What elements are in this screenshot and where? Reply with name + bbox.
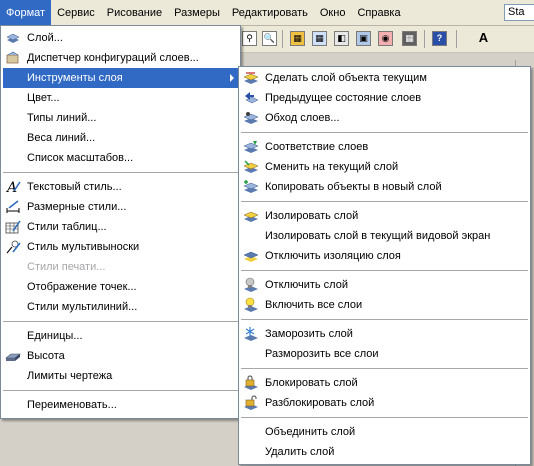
menu-draw[interactable]: Рисование [101,0,168,25]
multileader-style-icon [5,239,21,255]
layer-unisolate-icon [243,248,259,264]
menu-item-drawing-limits[interactable]: Лимиты чертежа [3,366,238,386]
menu-item-layer-merge[interactable]: Объединить слой [241,422,528,442]
layer-match-icon [243,139,259,155]
tool-palettes-icon[interactable]: ◧ [334,31,349,46]
layer-states-icon [5,50,21,66]
menu-item-thickness[interactable]: Высота [3,346,238,366]
zoom-previous-icon[interactable]: 🔍 [262,31,277,46]
markup-icon[interactable]: ◉ [378,31,393,46]
text-style-combo[interactable]: Sta [504,4,534,21]
thickness-icon [5,348,21,364]
menu-separator [241,270,528,271]
menu-item-layer-off[interactable]: Отключить слой [241,275,528,295]
menu-item-layer-tools[interactable]: Инструменты слоя [3,68,238,88]
menu-item-layer-walk[interactable]: Обход слоев... [241,108,528,128]
copy-to-layer-icon [243,179,259,195]
menu-item-rename[interactable]: Переименовать... [3,395,238,415]
format-menu: Слой... Диспетчер конфигураций слоев... … [0,25,241,419]
layer-walk-icon [243,110,259,126]
menu-item-layer-unisolate[interactable]: Отключить изоляцию слоя [241,246,528,266]
menu-item-turn-all-layers-on[interactable]: Включить все слои [241,295,528,315]
layer-unlock-icon [243,395,259,411]
menu-item-text-style[interactable]: A Текстовый стиль... [3,177,238,197]
dimension-style-icon [5,199,21,215]
menu-item-linetypes[interactable]: Типы линий... [3,108,238,128]
menu-item-thaw-all-layers[interactable]: Разморозить все слои [241,344,528,364]
menu-item-layer-delete[interactable]: Удалить слой [241,442,528,462]
menu-item-layer-freeze[interactable]: Заморозить слой [241,324,528,344]
help-icon[interactable]: ? [432,31,447,46]
menu-item-plot-styles: Стили печати... [27,261,106,273]
properties-icon[interactable]: ▦ [290,31,305,46]
menubar: Формат Сервис Рисование Размеры Редактир… [0,0,534,26]
layer-previous-icon [243,90,259,106]
menu-item-lineweights[interactable]: Веса линий... [3,128,238,148]
menu-item-make-object-layer-current[interactable]: Сделать слой объекта текущим [241,68,528,88]
make-current-icon [243,70,259,86]
menu-separator [241,417,528,418]
menu-item-layer-isolate[interactable]: Изолировать слой [241,206,528,226]
menu-item-copy-objects-to-new-layer[interactable]: Копировать объекты в новый слой [241,177,528,197]
svg-text:A: A [5,180,17,195]
menu-item-change-to-current-layer[interactable]: Сменить на текущий слой [241,157,528,177]
menu-separator [241,201,528,202]
layers-icon [5,30,21,46]
menu-item-layer-lock[interactable]: Блокировать слой [241,373,528,393]
text-style-icon: A [5,179,21,195]
menu-item-layer-states[interactable]: Диспетчер конфигураций слоев... [3,48,238,68]
sheet-set-icon[interactable]: ▣ [356,31,371,46]
standard-toolbar: ⚲ 🔍 ▦ ▦ ◧ ▣ ◉ ▦ ? A [240,26,534,53]
menu-item-dimension-styles[interactable]: Размерные стили... [3,197,238,217]
table-style-icon [5,219,21,235]
menu-item-table-styles[interactable]: Стили таблиц... [3,217,238,237]
design-center-icon[interactable]: ▦ [312,31,327,46]
toolbar-separator [424,30,425,48]
menu-separator [3,390,238,391]
menu-item-scale-list[interactable]: Список масштабов... [3,148,238,168]
submenu-arrow-icon [230,74,234,82]
menu-item-isolate-layer-current-viewport[interactable]: Изолировать слой в текущий видовой экран [241,226,528,246]
menu-separator [3,172,238,173]
menu-service[interactable]: Сервис [51,0,101,25]
menu-item-color[interactable]: Цвет... [3,88,238,108]
calculator-icon[interactable]: ▦ [402,31,417,46]
menu-modify[interactable]: Редактировать [226,0,314,25]
menu-item-layer-unlock[interactable]: Разблокировать слой [241,393,528,413]
menu-separator [241,132,528,133]
text-style-toolbar-icon[interactable]: A [476,31,491,46]
menu-separator [241,319,528,320]
menu-item-layer-match[interactable]: Соответствие слоев [241,137,528,157]
layer-lock-icon [243,375,259,391]
layer-tools-submenu: Сделать слой объекта текущим Предыдущее … [238,66,531,465]
toolbar-separator [456,30,457,48]
menu-dimensions[interactable]: Размеры [168,0,226,25]
menu-help[interactable]: Справка [351,0,406,25]
menu-item-layer-previous[interactable]: Предыдущее состояние слоев [241,88,528,108]
change-to-current-icon [243,159,259,175]
menu-item-point-style[interactable]: Отображение точек... [3,277,238,297]
menu-item-multileader-style[interactable]: Стиль мультивыноски [3,237,238,257]
menu-window[interactable]: Окно [314,0,352,25]
layer-off-icon [243,277,259,293]
zoom-icon[interactable]: ⚲ [242,31,257,46]
layer-on-icon [243,297,259,313]
menu-item-layer[interactable]: Слой... [3,28,238,48]
menu-format[interactable]: Формат [0,0,52,25]
toolbar-separator [282,30,283,48]
menu-separator [241,368,528,369]
menu-separator [3,321,238,322]
layer-isolate-icon [243,208,259,224]
menu-item-units[interactable]: Единицы... [3,326,238,346]
layer-freeze-icon [243,326,259,342]
menu-item-multiline-styles[interactable]: Стили мультилиний... [3,297,238,317]
